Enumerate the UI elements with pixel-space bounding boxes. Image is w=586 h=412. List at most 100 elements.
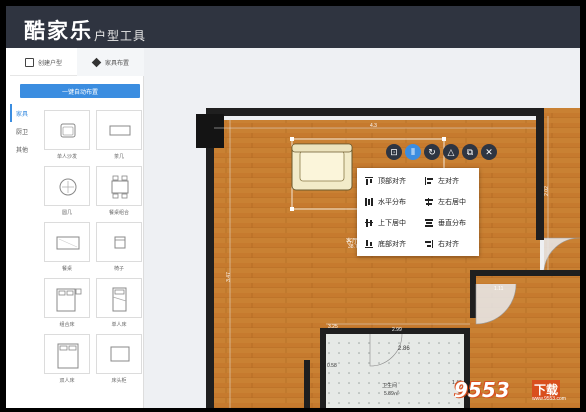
nightstand-icon xyxy=(110,346,130,362)
item-label: 茶几 xyxy=(113,154,124,160)
menu-item-center-vertical[interactable]: 上下居中 xyxy=(365,216,406,230)
item-thumbnail xyxy=(44,334,90,374)
single-bed-icon xyxy=(112,287,127,312)
wall-left xyxy=(206,108,214,408)
menu-item-label: 左对齐 xyxy=(438,178,459,185)
item-label: 餐桌 xyxy=(61,266,72,272)
menu-item-distribute-vertical[interactable]: 垂直分布 xyxy=(425,216,466,230)
tab-label: 家具布置 xyxy=(104,60,129,67)
menu-item-align-right[interactable]: 右对齐 xyxy=(425,237,459,251)
item-label: 单人沙发 xyxy=(56,154,77,160)
rotate-icon[interactable]: ↻ xyxy=(424,144,440,160)
dimension-mid: 2.99 xyxy=(392,327,402,333)
distribute-vertical-icon xyxy=(425,219,433,227)
table-icon xyxy=(56,236,80,250)
item-label: 圆几 xyxy=(61,210,72,216)
bathroom-label[interactable]: 卫生间 xyxy=(382,382,397,389)
wall-left-inner xyxy=(304,360,310,408)
furniture-item-single-bed[interactable]: 单人床 xyxy=(96,278,142,328)
furniture-item-double-bed[interactable]: 双人床 xyxy=(44,334,90,384)
category-furniture[interactable]: 家具 xyxy=(10,104,38,122)
wall-top xyxy=(206,108,544,116)
armchair-icon xyxy=(60,123,76,138)
item-label: 餐桌组合 xyxy=(108,210,129,216)
dimension-left: 3.47 xyxy=(225,272,232,282)
furniture-item-chair[interactable]: 椅子 xyxy=(96,222,142,272)
dimension-right-lower: 1.11 xyxy=(494,286,504,292)
selection-handle[interactable] xyxy=(290,137,294,141)
item-thumbnail xyxy=(44,278,90,318)
align-menu: 顶部对齐 左对齐 水平分布 左右居中 上下居中 垂直分布 底部对齐 右对齐 xyxy=(357,168,479,256)
furniture-item-bed-set[interactable]: 组合床 xyxy=(44,278,90,328)
watermark-number: 9553 xyxy=(454,378,510,402)
armchair-model[interactable] xyxy=(291,143,353,191)
tab-label: 创建户型 xyxy=(37,60,62,67)
align-top-icon xyxy=(365,177,373,185)
item-thumbnail xyxy=(96,222,142,262)
menu-item-label: 垂直分布 xyxy=(438,220,466,227)
dimension-right: 2.02 xyxy=(543,186,550,196)
wall-bath-left xyxy=(320,328,326,408)
furniture-item-coffee-table[interactable]: 茶几 xyxy=(96,110,142,160)
furniture-item-dining-set[interactable]: 餐桌组合 xyxy=(96,166,142,216)
copy-icon[interactable]: ⧉ xyxy=(462,144,478,160)
item-label: 组合床 xyxy=(59,322,75,328)
item-label: 单人床 xyxy=(111,322,127,328)
item-label: 双人床 xyxy=(59,378,75,384)
dimension-small: 3.25 xyxy=(328,324,338,330)
wall-right-mid xyxy=(470,270,476,318)
selection-handle[interactable] xyxy=(290,207,294,211)
mirror-icon[interactable]: △ xyxy=(443,144,459,160)
dimension-bath-left: 0.58 xyxy=(327,363,337,369)
auto-layout-button[interactable]: 一键自动布置 xyxy=(20,84,140,98)
menu-item-align-bottom[interactable]: 底部对齐 xyxy=(365,237,406,251)
sidebar: 创建户型 家具布置 一键自动布置 家具 厨卫 其他 单人沙发 茶几 圆几 餐桌组… xyxy=(10,48,144,408)
sidebar-tabs: 创建户型 家具布置 xyxy=(10,48,144,76)
wall-right-top xyxy=(536,108,544,240)
bed-set-icon xyxy=(56,288,82,312)
top-bar: 酷家乐 户型工具 xyxy=(6,6,580,48)
menu-item-align-top[interactable]: 顶部对齐 xyxy=(365,174,406,188)
round-table-icon xyxy=(59,178,77,196)
item-label: 椅子 xyxy=(113,266,124,272)
menu-item-label: 上下居中 xyxy=(378,220,406,227)
bathroom-area: 5.89㎡ xyxy=(384,391,399,397)
category-kitchen-bath[interactable]: 厨卫 xyxy=(10,122,38,140)
tab-create-floorplan[interactable]: 创建户型 xyxy=(10,48,77,76)
delete-icon[interactable]: ✕ xyxy=(481,144,497,160)
context-toolbar: ⊡ ⫴ ↻ △ ⧉ ✕ xyxy=(386,144,497,160)
wall-corner-block xyxy=(196,114,224,148)
item-thumbnail xyxy=(44,110,90,150)
menu-item-align-left[interactable]: 左对齐 xyxy=(425,174,459,188)
wall-right-horizontal xyxy=(474,270,580,276)
distribute-horizontal-icon xyxy=(365,198,373,206)
category-other[interactable]: 其他 xyxy=(10,140,38,158)
align-icon[interactable]: ⫴ xyxy=(405,144,421,160)
menu-item-label: 左右居中 xyxy=(438,199,466,206)
floorplan-icon xyxy=(24,57,34,67)
tab-furniture-layout[interactable]: 家具布置 xyxy=(77,48,144,76)
furniture-item-nightstand[interactable]: 床头柜 xyxy=(96,334,142,384)
selection-handle[interactable] xyxy=(442,137,446,141)
menu-item-center-horizontal[interactable]: 左右居中 xyxy=(425,195,466,209)
item-thumbnail xyxy=(96,334,142,374)
double-bed-icon xyxy=(57,343,79,369)
crop-icon[interactable]: ⊡ xyxy=(386,144,402,160)
furniture-item-table[interactable]: 餐桌 xyxy=(44,222,90,272)
watermark-url: www.9553.com xyxy=(532,396,566,402)
menu-item-label: 水平分布 xyxy=(378,199,406,206)
furniture-item-armchair[interactable]: 单人沙发 xyxy=(44,110,90,160)
cube-icon xyxy=(91,57,102,67)
item-thumbnail xyxy=(44,222,90,262)
coffee-table-icon xyxy=(109,125,131,136)
app-window: 酷家乐 户型工具 创建户型 家具布置 一键自动布置 家具 厨卫 其他 单人沙发 … xyxy=(6,6,580,408)
menu-item-distribute-horizontal[interactable]: 水平分布 xyxy=(365,195,406,209)
menu-item-label: 底部对齐 xyxy=(378,241,406,248)
menu-item-label: 顶部对齐 xyxy=(378,178,406,185)
item-thumbnail xyxy=(44,166,90,206)
brand-logo[interactable]: 酷家乐 xyxy=(24,15,93,45)
furniture-item-round-table[interactable]: 圆几 xyxy=(44,166,90,216)
item-label: 床头柜 xyxy=(111,378,127,384)
chair-icon xyxy=(114,236,126,249)
item-thumbnail xyxy=(96,110,142,150)
